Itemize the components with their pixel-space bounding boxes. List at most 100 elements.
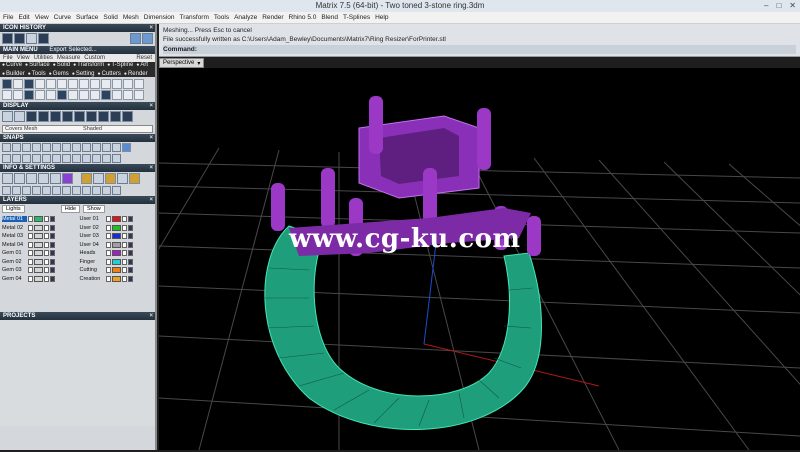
layer-row[interactable]: Metal 02 xyxy=(2,224,76,233)
info-icon[interactable] xyxy=(12,186,21,195)
tool-icon[interactable] xyxy=(112,79,122,89)
layer-row[interactable]: Metal 01 xyxy=(2,215,76,224)
layer-row[interactable]: Finger xyxy=(80,258,154,267)
display-icon[interactable] xyxy=(86,111,97,122)
layer-row[interactable]: Metal 04 xyxy=(2,241,76,250)
display-icon[interactable] xyxy=(2,111,13,122)
info-icon[interactable] xyxy=(112,186,121,195)
tool-icon[interactable] xyxy=(2,90,12,100)
tool-icon[interactable] xyxy=(24,90,34,100)
tool-icon[interactable] xyxy=(46,79,56,89)
snap-icon[interactable] xyxy=(112,143,121,152)
menu-transform[interactable]: Transform xyxy=(180,14,209,21)
close-icon[interactable]: ✕ xyxy=(789,1,796,10)
viewport-tab[interactable]: Perspective ▾ xyxy=(159,58,205,68)
tab-file[interactable]: File xyxy=(3,55,13,61)
menu-help[interactable]: Help xyxy=(375,14,388,21)
cat-setting[interactable]: Setting xyxy=(72,71,95,77)
layer-row[interactable]: Gem 02 xyxy=(2,258,76,267)
menu-solid[interactable]: Solid xyxy=(103,14,117,21)
layer-row[interactable]: User 02 xyxy=(80,224,154,233)
cat-tools[interactable]: Tools xyxy=(28,71,46,77)
tool-icon[interactable] xyxy=(57,90,67,100)
cat-curve[interactable]: Curve xyxy=(2,62,22,68)
tool-icon[interactable] xyxy=(101,90,111,100)
snap-icon[interactable] xyxy=(122,143,131,152)
snap-icon[interactable] xyxy=(52,154,61,163)
menu-rhino[interactable]: Rhino 5.0 xyxy=(289,14,317,21)
history-icon[interactable] xyxy=(14,33,25,44)
snap-icon[interactable] xyxy=(42,154,51,163)
cat-art[interactable]: Art xyxy=(136,62,148,68)
snap-icon[interactable] xyxy=(2,143,11,152)
reset-button[interactable]: Reset xyxy=(136,55,152,61)
menu-edit[interactable]: Edit xyxy=(18,14,29,21)
menu-view[interactable]: View xyxy=(35,14,49,21)
cat-transform[interactable]: Transform xyxy=(73,62,104,68)
tool-icon[interactable] xyxy=(112,90,122,100)
snap-icon[interactable] xyxy=(42,143,51,152)
info-icon[interactable] xyxy=(62,186,71,195)
tool-icon[interactable] xyxy=(79,79,89,89)
snap-icon[interactable] xyxy=(2,154,11,163)
tab-view[interactable]: View xyxy=(17,55,30,61)
maximize-icon[interactable]: □ xyxy=(776,1,781,10)
snap-icon[interactable] xyxy=(72,143,81,152)
tool-icon[interactable] xyxy=(90,79,100,89)
snap-icon[interactable] xyxy=(82,143,91,152)
layer-row[interactable]: Creation xyxy=(80,275,154,284)
snap-icon[interactable] xyxy=(12,154,21,163)
menu-curve[interactable]: Curve xyxy=(54,14,71,21)
info-icon[interactable] xyxy=(2,173,13,184)
tool-icon[interactable] xyxy=(35,90,45,100)
command-prompt[interactable]: Command: xyxy=(163,45,796,54)
cat-surface[interactable]: Surface xyxy=(25,62,50,68)
info-icon[interactable] xyxy=(81,173,92,184)
menu-dimension[interactable]: Dimension xyxy=(144,14,175,21)
display-icon[interactable] xyxy=(38,111,49,122)
menu-mesh[interactable]: Mesh xyxy=(123,14,139,21)
menu-file[interactable]: File xyxy=(3,14,13,21)
tool-icon[interactable] xyxy=(57,79,67,89)
info-icon[interactable] xyxy=(62,173,73,184)
info-icon[interactable] xyxy=(14,173,25,184)
snap-icon[interactable] xyxy=(32,143,41,152)
info-icon[interactable] xyxy=(38,173,49,184)
snap-icon[interactable] xyxy=(12,143,21,152)
viewport-perspective[interactable]: www.cg-ku.com xyxy=(38,68,800,451)
tool-icon[interactable] xyxy=(134,90,144,100)
display-icon[interactable] xyxy=(110,111,121,122)
tool-icon[interactable] xyxy=(134,79,144,89)
display-icon[interactable] xyxy=(98,111,109,122)
snap-icon[interactable] xyxy=(62,143,71,152)
info-icon[interactable] xyxy=(92,186,101,195)
display-icon[interactable] xyxy=(14,111,25,122)
tool-icon[interactable] xyxy=(24,79,34,89)
display-icon[interactable] xyxy=(122,111,133,122)
snap-icon[interactable] xyxy=(22,154,31,163)
arrow-left-icon[interactable] xyxy=(130,33,141,44)
tool-icon[interactable] xyxy=(123,90,133,100)
layer-row[interactable]: Metal 03 xyxy=(2,232,76,241)
tool-icon[interactable] xyxy=(46,90,56,100)
snap-icon[interactable] xyxy=(32,154,41,163)
display-icon[interactable] xyxy=(62,111,73,122)
arrow-right-icon[interactable] xyxy=(142,33,153,44)
cat-render[interactable]: Render xyxy=(124,71,148,77)
info-icon[interactable] xyxy=(102,186,111,195)
menu-analyze[interactable]: Analyze xyxy=(234,14,257,21)
layer-row[interactable]: User 04 xyxy=(80,241,154,250)
layer-row[interactable]: User 03 xyxy=(80,232,154,241)
tab-custom[interactable]: Custom xyxy=(84,55,105,61)
info-icon[interactable] xyxy=(42,186,51,195)
cat-solid[interactable]: Solid xyxy=(53,62,70,68)
snap-icon[interactable] xyxy=(112,154,121,163)
layer-row[interactable]: Gem 01 xyxy=(2,249,76,258)
display-icon[interactable] xyxy=(26,111,37,122)
cat-builder[interactable]: Builder xyxy=(2,71,25,77)
tool-icon[interactable] xyxy=(35,79,45,89)
info-icon[interactable] xyxy=(93,173,104,184)
display-icon[interactable] xyxy=(74,111,85,122)
cat-tspline[interactable]: T-Spline xyxy=(107,62,133,68)
lights-button[interactable]: Lights xyxy=(2,205,25,213)
